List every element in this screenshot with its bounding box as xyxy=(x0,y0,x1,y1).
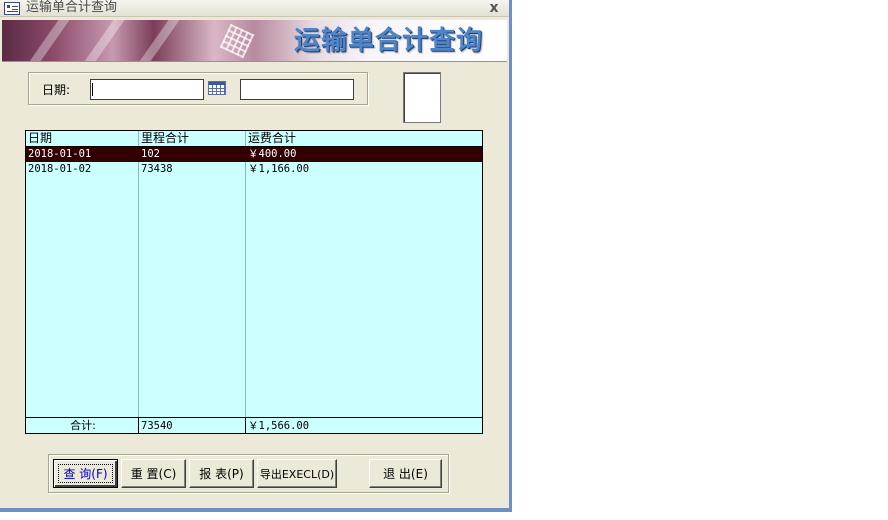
exit-button[interactable]: 退 出(E) xyxy=(369,459,442,488)
cell-date: 2018-01-02 xyxy=(28,163,92,175)
cell-freight: ￥400.00 xyxy=(248,148,297,160)
table-row[interactable]: 2018-01-02 73438 ￥1,166.00 xyxy=(26,162,482,177)
header-banner: 运输单合计查询 xyxy=(2,20,507,62)
cell-freight: ￥1,166.00 xyxy=(248,163,310,175)
column-header-date[interactable]: 日期 xyxy=(26,131,138,146)
total-freight: ￥1,566.00 xyxy=(248,420,310,432)
grid-header: 日期 里程合计 运费合计 xyxy=(26,131,482,147)
cell-mileage: 102 xyxy=(141,148,160,160)
blank-image-box xyxy=(403,72,441,123)
banner-decoration xyxy=(22,20,71,61)
table-row[interactable]: 2018-01-01 102 ￥400.00 xyxy=(26,147,482,162)
cell-mileage: 73438 xyxy=(141,163,173,175)
action-button-panel: 查 询(F) 重 置(C) 报 表(P) 导出EXECL(D) 退 出(E) xyxy=(48,454,449,493)
reset-button[interactable]: 重 置(C) xyxy=(121,459,186,488)
calendar-icon[interactable] xyxy=(208,81,226,95)
query-window: 运输单合计查询 x 运输单合计查询 日期: 日期 里程合计 运费合计 2018-… xyxy=(0,0,512,512)
banner-decoration xyxy=(219,23,255,59)
title-bar: 运输单合计查询 x xyxy=(0,0,509,17)
date-filter-panel: 日期: xyxy=(28,72,368,105)
query-button-label: 查 询(F) xyxy=(58,464,113,483)
text-caret xyxy=(92,83,93,96)
export-excel-button[interactable]: 导出EXECL(D) xyxy=(257,459,337,488)
banner-title: 运输单合计查询 xyxy=(293,26,483,56)
date-label: 日期: xyxy=(42,83,71,97)
cell-date: 2018-01-01 xyxy=(28,148,92,160)
close-button[interactable]: x xyxy=(487,0,501,16)
banner-decoration xyxy=(77,20,126,61)
summary-grid[interactable]: 日期 里程合计 运费合计 2018-01-01 102 ￥400.00 2018… xyxy=(25,130,483,434)
form-icon xyxy=(4,2,20,15)
column-header-freight[interactable]: 运费合计 xyxy=(246,131,482,146)
column-header-mileage[interactable]: 里程合计 xyxy=(139,131,245,146)
total-label: 合计: xyxy=(70,419,96,432)
total-row: 合计: 73540 ￥1,566.00 xyxy=(26,417,482,433)
total-mileage: 73540 xyxy=(141,420,173,432)
report-button[interactable]: 报 表(P) xyxy=(189,459,254,488)
start-date-input[interactable] xyxy=(90,79,204,100)
end-date-input[interactable] xyxy=(240,79,354,100)
query-button[interactable]: 查 询(F) xyxy=(53,459,118,488)
banner-decoration xyxy=(132,20,181,61)
window-title: 运输单合计查询 xyxy=(26,0,118,15)
